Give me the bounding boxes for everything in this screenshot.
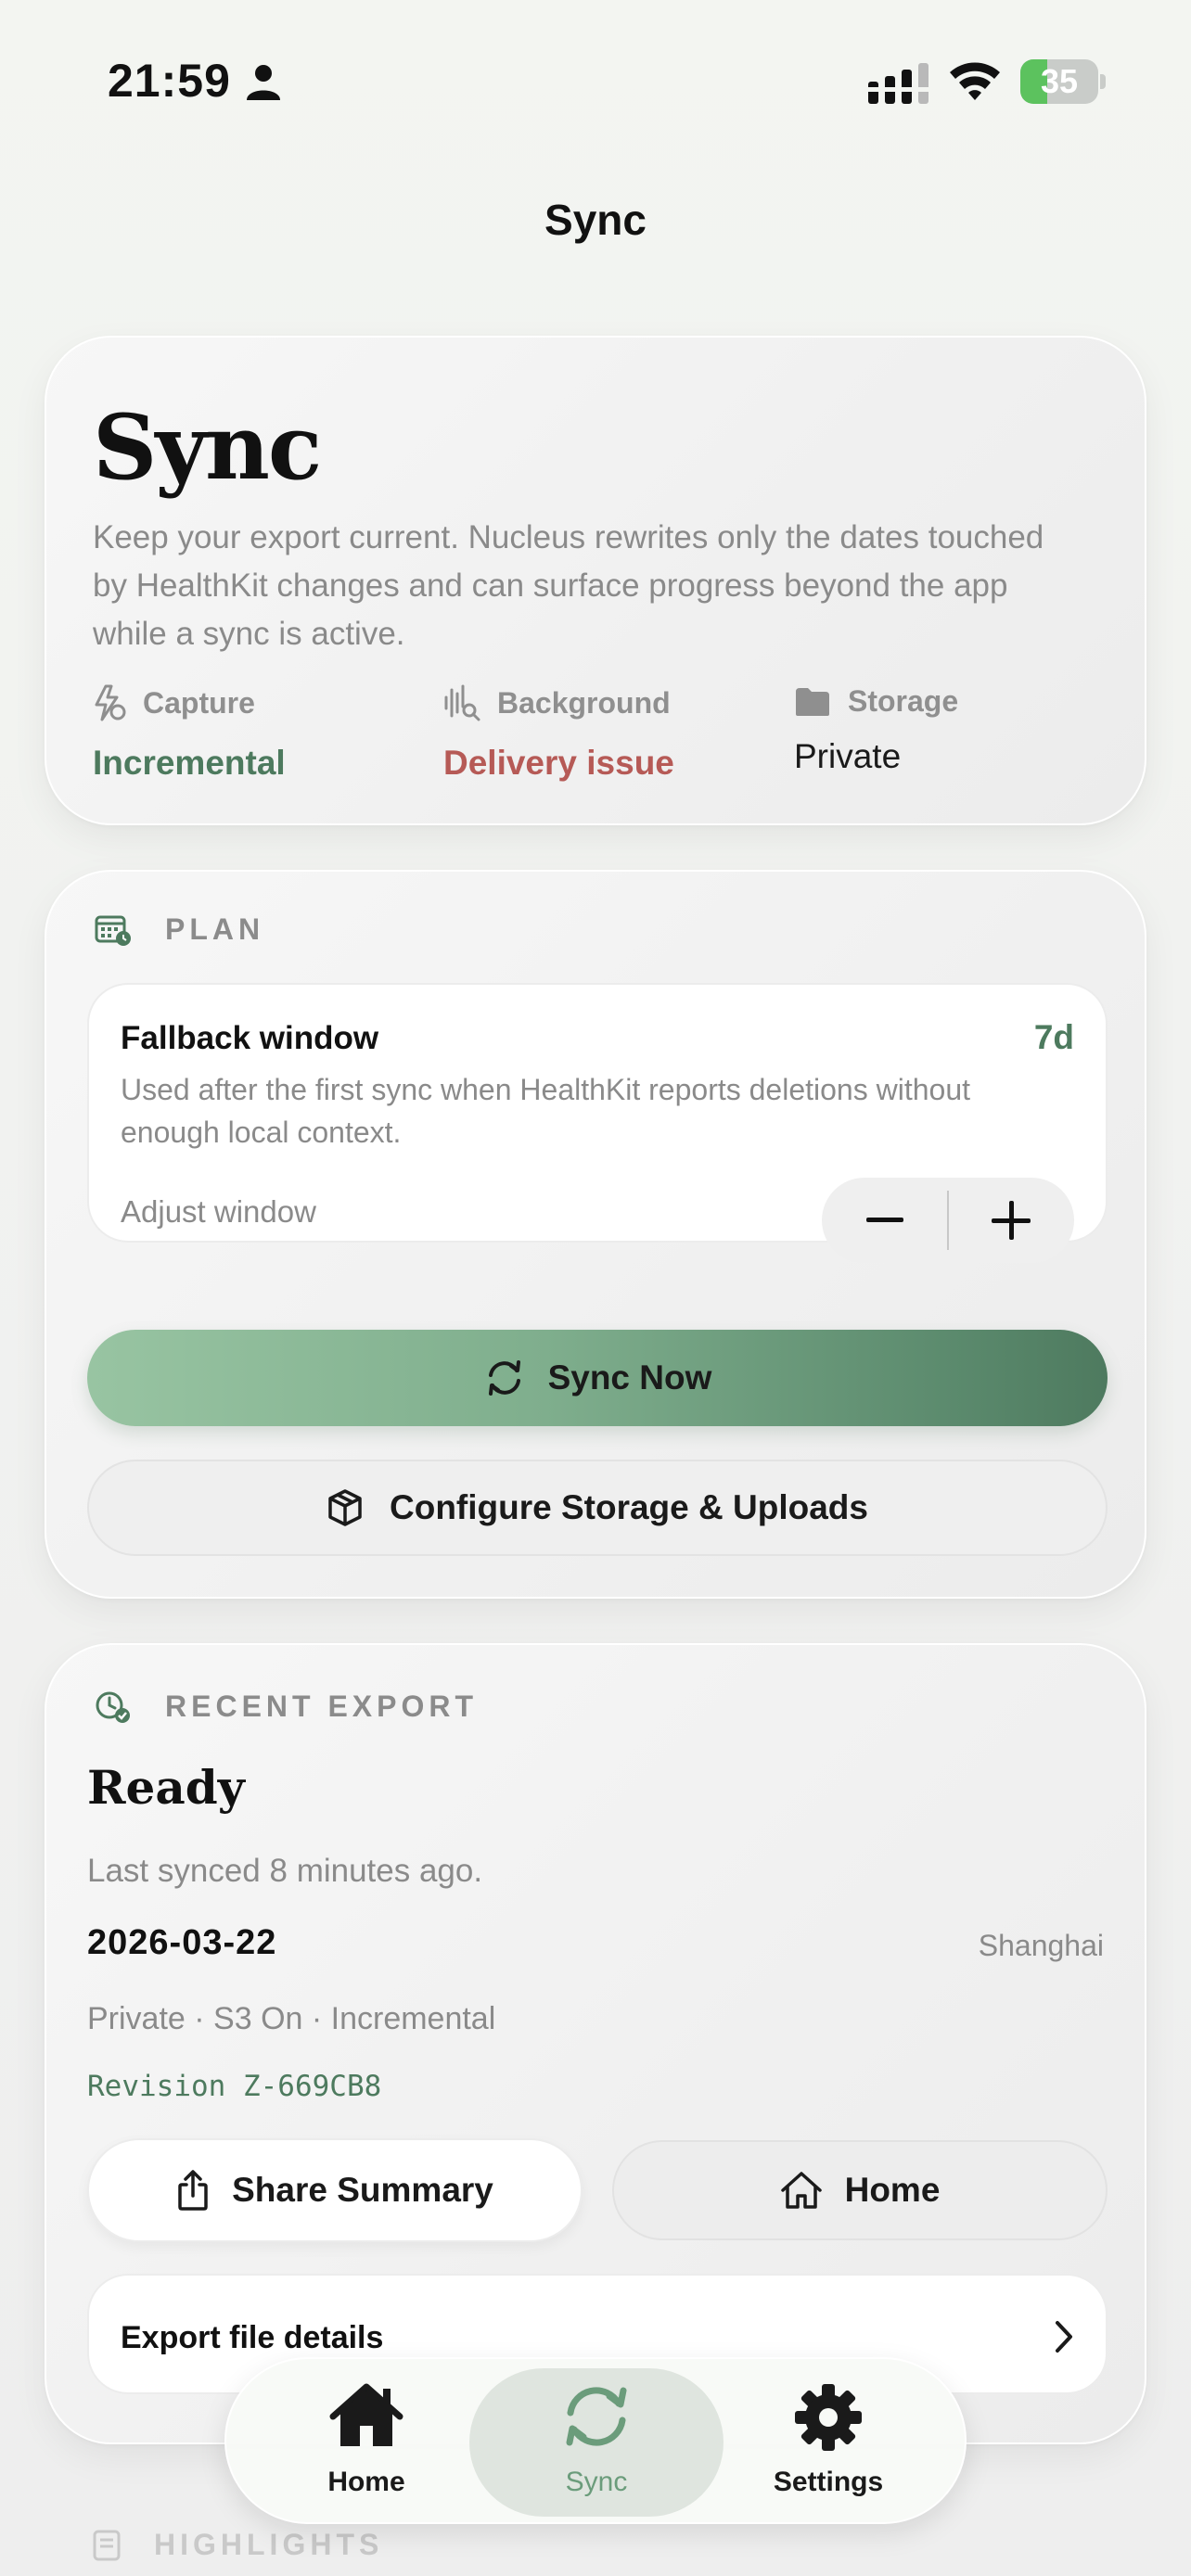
sync-now-label: Sync Now	[547, 1358, 712, 1396]
share-icon	[178, 2170, 208, 2211]
status-time: 21:59	[108, 55, 231, 107]
fallback-description: Used after the first sync when HealthKit…	[121, 1073, 970, 1149]
export-status: Ready	[87, 1760, 245, 1815]
adjust-window-label: Adjust window	[121, 1194, 316, 1229]
background-metric: Background Delivery issue	[443, 684, 674, 783]
sync-arrows-icon	[488, 1360, 520, 1396]
fallback-window-panel: Fallback window 7d Used after the first …	[87, 983, 1108, 1263]
sync-overview-card: Sync Keep your export current. Nucleus r…	[45, 336, 1146, 825]
background-label: Background	[497, 685, 671, 720]
fallback-days-value: 7d	[1033, 1018, 1074, 1056]
highlights-label: HIGHLIGHTS	[154, 2528, 384, 2561]
document-icon	[93, 2530, 121, 2560]
home-button-label: Home	[844, 2171, 941, 2209]
battery-indicator: 35	[1020, 59, 1106, 104]
clock-check-icon	[96, 1691, 130, 1723]
status-bar: 21:59 35	[0, 0, 1191, 139]
background-value: Delivery issue	[443, 744, 674, 782]
box-icon	[328, 1489, 362, 1526]
recent-export-header: RECENT EXPORT	[95, 1690, 478, 1724]
last-synced-text: Last synced 8 minutes ago.	[87, 1853, 483, 1889]
export-city: Shanghai	[978, 1929, 1104, 1962]
minus-icon	[866, 1218, 903, 1222]
fallback-title: Fallback window	[121, 1020, 379, 1056]
page-title: Sync	[93, 395, 322, 500]
tab-settings-label: Settings	[773, 2467, 884, 2497]
calendar-clock-icon	[95, 915, 131, 946]
tab-sync[interactable]: Sync	[469, 2368, 724, 2517]
tab-sync-label: Sync	[565, 2467, 628, 2497]
tab-settings[interactable]: Settings	[701, 2368, 955, 2517]
person-icon	[247, 65, 280, 100]
highlights-header: HIGHLIGHTS	[93, 2528, 383, 2562]
home-icon	[329, 2383, 403, 2446]
increment-button[interactable]	[948, 1178, 1074, 1263]
house-icon	[780, 2172, 822, 2209]
nav-title: Sync	[544, 196, 647, 244]
tab-home-label: Home	[327, 2467, 405, 2497]
capture-metric: Capture Incremental	[93, 684, 286, 783]
folder-icon	[796, 687, 829, 716]
configure-storage-label: Configure Storage & Uploads	[390, 1488, 868, 1526]
recent-export-label: RECENT EXPORT	[165, 1690, 479, 1723]
chevron-right-icon	[1056, 2321, 1072, 2353]
plan-section-header: PLAN	[95, 912, 264, 947]
storage-metric: Storage Private	[794, 684, 958, 776]
plan-card: PLAN Fallback window 7d Used after the f…	[45, 870, 1146, 1599]
battery-percentage: 35	[1040, 62, 1079, 100]
plus-icon	[992, 1201, 1031, 1240]
export-file-details-label: Export file details	[121, 2320, 384, 2355]
revision-id: Revision Z-669CB8	[87, 2070, 382, 2103]
home-button[interactable]: Home	[612, 2140, 1108, 2240]
share-summary-button[interactable]: Share Summary	[87, 2138, 583, 2242]
waveform-search-icon	[444, 684, 480, 721]
tab-bar: Home Sync Settings	[224, 2357, 967, 2524]
tab-home[interactable]: Home	[239, 2368, 493, 2517]
plan-header-label: PLAN	[165, 912, 265, 946]
page-description: Keep your export current. Nucleus rewrit…	[93, 519, 1044, 652]
share-summary-label: Share Summary	[232, 2171, 493, 2209]
recent-export-card: RECENT EXPORT Ready Last synced 8 minute…	[45, 1643, 1146, 2444]
sync-now-button[interactable]: Sync Now	[87, 1330, 1108, 1426]
export-date: 2026-03-22	[87, 1923, 277, 1962]
window-stepper[interactable]	[822, 1178, 1074, 1263]
bolt-clock-icon	[95, 684, 126, 721]
sync-icon	[566, 2387, 627, 2446]
decrement-button[interactable]	[822, 1178, 948, 1263]
capture-label: Capture	[143, 685, 255, 720]
storage-value: Private	[794, 737, 902, 775]
export-meta: Private · S3 On · Incremental	[87, 2001, 496, 2036]
gear-icon	[795, 2384, 862, 2451]
configure-storage-button[interactable]: Configure Storage & Uploads	[87, 1460, 1108, 1556]
storage-label: Storage	[848, 684, 959, 718]
cellular-signal-icon	[868, 63, 929, 104]
wifi-icon	[950, 62, 1000, 100]
capture-value: Incremental	[93, 744, 286, 782]
